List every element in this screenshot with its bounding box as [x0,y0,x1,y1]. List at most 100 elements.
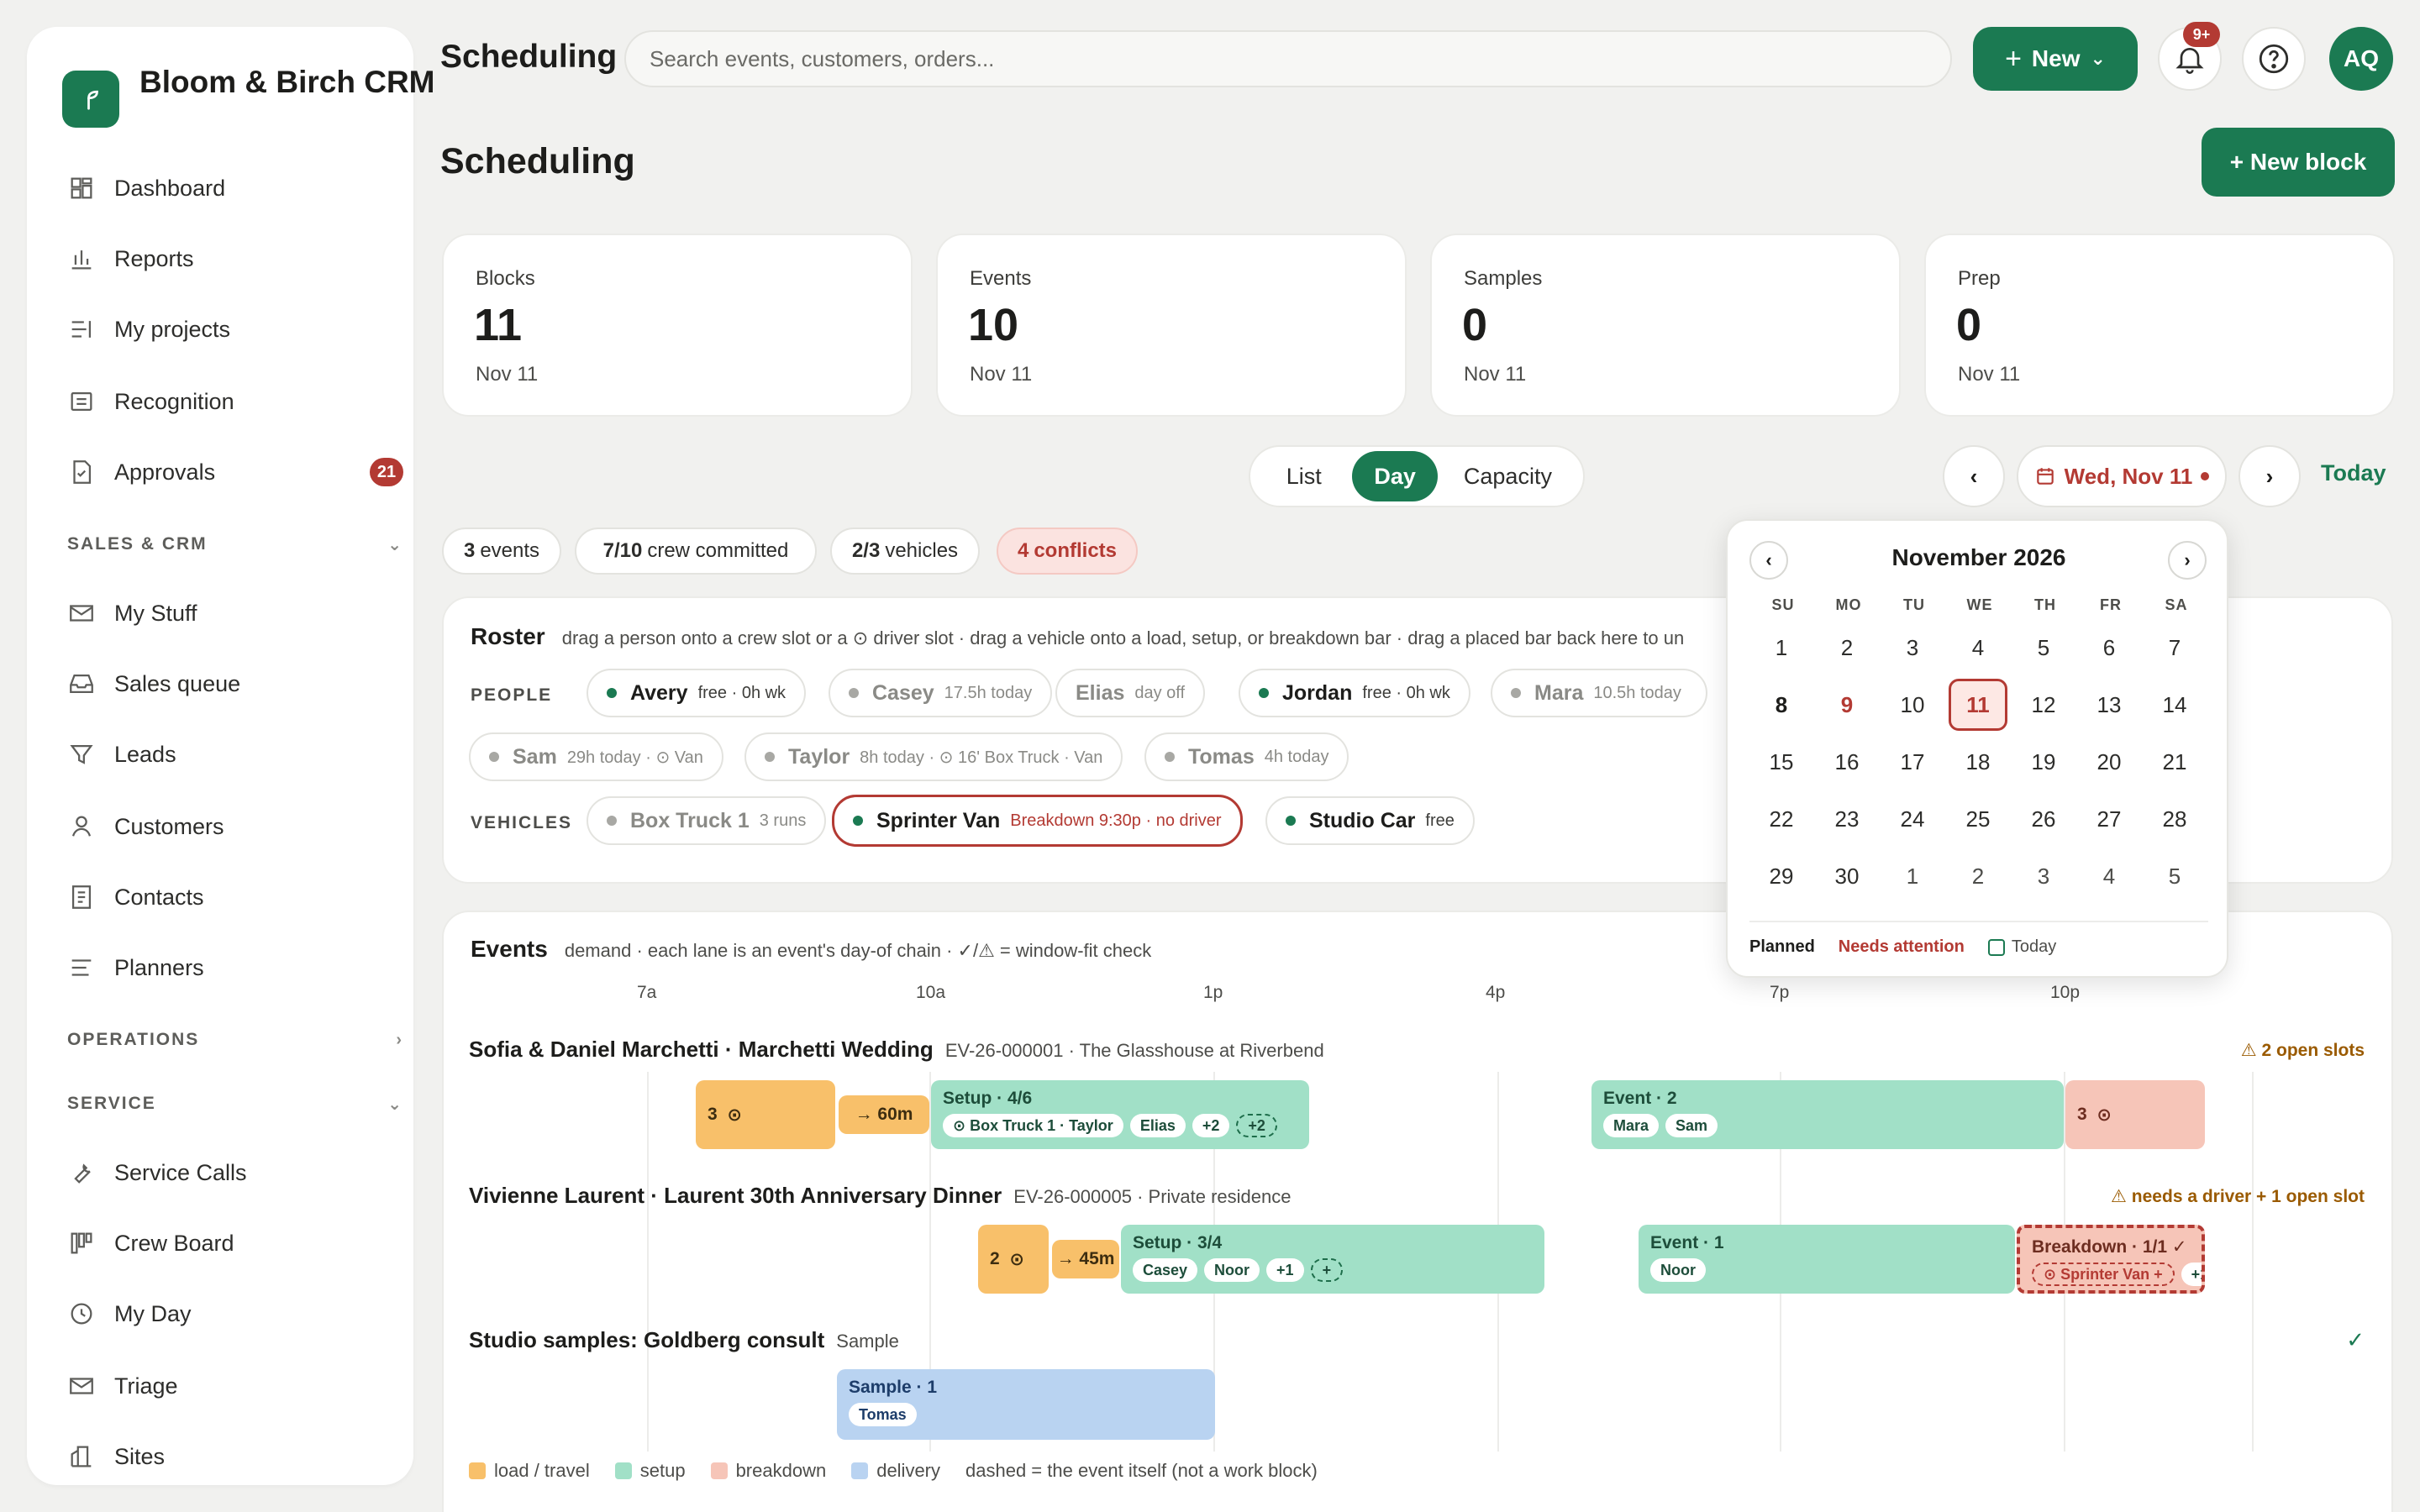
calendar-day[interactable]: 20 [2080,736,2139,788]
breakdown-bar[interactable]: Breakdown · 1/1 ✓ ⊙ Sprinter Van + +1 [2017,1225,2205,1294]
calendar-day[interactable]: 26 [2014,793,2073,845]
calendar-day[interactable]: 21 [2145,736,2204,788]
lane-title[interactable]: Sofia & Daniel Marchetti · Marchetti Wed… [469,1037,1324,1063]
person-elias[interactable]: Elias day off [1055,669,1206,717]
calendar-day[interactable]: 2 [1818,622,1876,674]
nav-my-projects[interactable]: My projects [67,304,403,354]
crew-tag[interactable]: Sam [1665,1114,1718,1137]
crew-tag[interactable]: ⊙ Box Truck 1 · Taylor [943,1114,1123,1137]
open-slot[interactable]: +2 [1236,1114,1277,1137]
travel-bar[interactable]: → 45m [1052,1240,1119,1278]
calendar-day[interactable]: 27 [2080,793,2139,845]
crew-tag[interactable]: Noor [1204,1258,1260,1282]
person-jordan[interactable]: Jordan free · 0h wk [1239,669,1470,717]
calendar-day[interactable]: 13 [2080,679,2139,731]
tab-list[interactable]: List [1255,451,1352,501]
nav-recognition[interactable]: Recognition [67,376,403,427]
load-bar[interactable]: 2 ⊙ [978,1225,1049,1294]
lane-title[interactable]: Studio samples: Goldberg consult Sample [469,1327,899,1353]
person-mara[interactable]: Mara 10.5h today [1491,669,1707,717]
calendar-day[interactable]: 4 [1949,622,2007,674]
search-input[interactable]: Search events, customers, orders... [624,30,1952,87]
new-button[interactable]: + New ⌄ [1973,27,2138,91]
travel-bar[interactable]: → 60m [839,1095,929,1134]
nav-my-stuff[interactable]: My Stuff [67,588,403,638]
crew-tag[interactable]: +1 [2181,1263,2202,1286]
prev-day-button[interactable]: ‹ [1943,445,2005,507]
nav-crew-board[interactable]: Crew Board [67,1218,403,1268]
event-bar[interactable]: Event · 1 Noor [1639,1225,2015,1294]
nav-reports[interactable]: Reports [67,234,403,284]
calendar-day[interactable]: 17 [1883,736,1942,788]
calendar-day[interactable]: 10 [1883,679,1942,731]
lane-title[interactable]: Vivienne Laurent · Laurent 30th Annivers… [469,1183,1292,1209]
crew-tag[interactable]: Tomas [849,1403,917,1426]
vehicle-box-truck-1[interactable]: Box Truck 1 3 runs [587,796,827,845]
new-block-button[interactable]: + New block [2202,128,2395,197]
calendar-day[interactable]: 1 [1883,850,1942,902]
next-day-button[interactable]: › [2238,445,2301,507]
calendar-day[interactable]: 6 [2080,622,2139,674]
crew-tag[interactable]: Elias [1129,1114,1186,1137]
calendar-day[interactable]: 23 [1818,793,1876,845]
open-slot[interactable]: + [1310,1258,1344,1282]
nav-triage[interactable]: Triage [67,1361,403,1411]
calendar-day[interactable]: 16 [1818,736,1876,788]
person-casey[interactable]: Casey 17.5h today [829,669,1053,717]
calendar-day[interactable]: 12 [2014,679,2073,731]
calendar-day[interactable]: 30 [1818,850,1876,902]
crew-tag[interactable]: +1 [1266,1258,1304,1282]
section-sales-crm[interactable]: SALES & CRM ⌄ [67,528,403,561]
nav-approvals[interactable]: Approvals 21 [67,447,403,497]
calendar-day[interactable]: 15 [1752,736,1811,788]
nav-sales-queue[interactable]: Sales queue [67,659,403,709]
nav-contacts[interactable]: Contacts [67,872,403,922]
nav-leads[interactable]: Leads [67,729,403,780]
calendar-day[interactable]: 22 [1752,793,1811,845]
calendar-day[interactable]: 11 [1949,679,2007,731]
breakdown-bar[interactable]: 3 ⊙ [2065,1080,2205,1149]
crew-tag[interactable]: +2 [1192,1114,1230,1137]
setup-bar[interactable]: Setup · 4/6 ⊙ Box Truck 1 · Taylor Elias +… [931,1080,1309,1149]
summary-conflicts[interactable]: 4 conflicts [997,528,1138,575]
calendar-day[interactable]: 18 [1949,736,2007,788]
vehicle-studio-car[interactable]: Studio Car free [1265,796,1475,845]
calendar-day[interactable]: 3 [1883,622,1942,674]
calendar-day[interactable]: 8 [1752,679,1811,731]
calendar-day[interactable]: 3 [2014,850,2073,902]
calendar-day[interactable]: 28 [2145,793,2204,845]
calendar-day[interactable]: 24 [1883,793,1942,845]
person-avery[interactable]: Avery free · 0h wk [587,669,807,717]
calendar-day[interactable]: 1 [1752,622,1811,674]
today-link[interactable]: Today [2321,460,2386,486]
calendar-day[interactable]: 5 [2145,850,2204,902]
nav-planners[interactable]: Planners [67,942,403,993]
calendar-day[interactable]: 29 [1752,850,1811,902]
section-service[interactable]: SERVICE ⌄ [67,1087,403,1121]
avatar[interactable]: AQ [2329,27,2393,91]
driver-slot[interactable]: ⊙ Sprinter Van + [2032,1263,2175,1286]
person-taylor[interactable]: Taylor 8h today · ⊙ 16' Box Truck · Van [744,732,1123,781]
notifications-button[interactable]: 9+ [2158,22,2222,91]
nav-my-day[interactable]: My Day [67,1289,403,1339]
calendar-day[interactable]: 4 [2080,850,2139,902]
calendar-day[interactable]: 19 [2014,736,2073,788]
calendar-day[interactable]: 14 [2145,679,2204,731]
crew-tag[interactable]: Mara [1603,1114,1660,1137]
section-operations[interactable]: OPERATIONS › [67,1023,403,1057]
nav-customers[interactable]: Customers [67,801,403,852]
calendar-day[interactable]: 5 [2014,622,2073,674]
person-sam[interactable]: Sam 29h today · ⊙ Van [469,732,723,781]
calendar-day[interactable]: 7 [2145,622,2204,674]
app-logo[interactable] [62,71,119,128]
sample-bar[interactable]: Sample · 1 Tomas [837,1369,1215,1440]
setup-bar[interactable]: Setup · 3/4 Casey Noor +1 + [1121,1225,1544,1294]
help-button[interactable] [2242,27,2306,91]
calendar-day[interactable]: 25 [1949,793,2007,845]
nav-dashboard[interactable]: Dashboard [67,163,403,213]
tab-day[interactable]: Day [1352,451,1438,501]
calendar-day[interactable]: 9 [1818,679,1876,731]
tab-capacity[interactable]: Capacity [1438,451,1578,501]
vehicle-sprinter-van[interactable]: Sprinter Van Breakdown 9:30p · no driver [832,795,1243,847]
next-month-button[interactable]: › [2168,541,2207,580]
